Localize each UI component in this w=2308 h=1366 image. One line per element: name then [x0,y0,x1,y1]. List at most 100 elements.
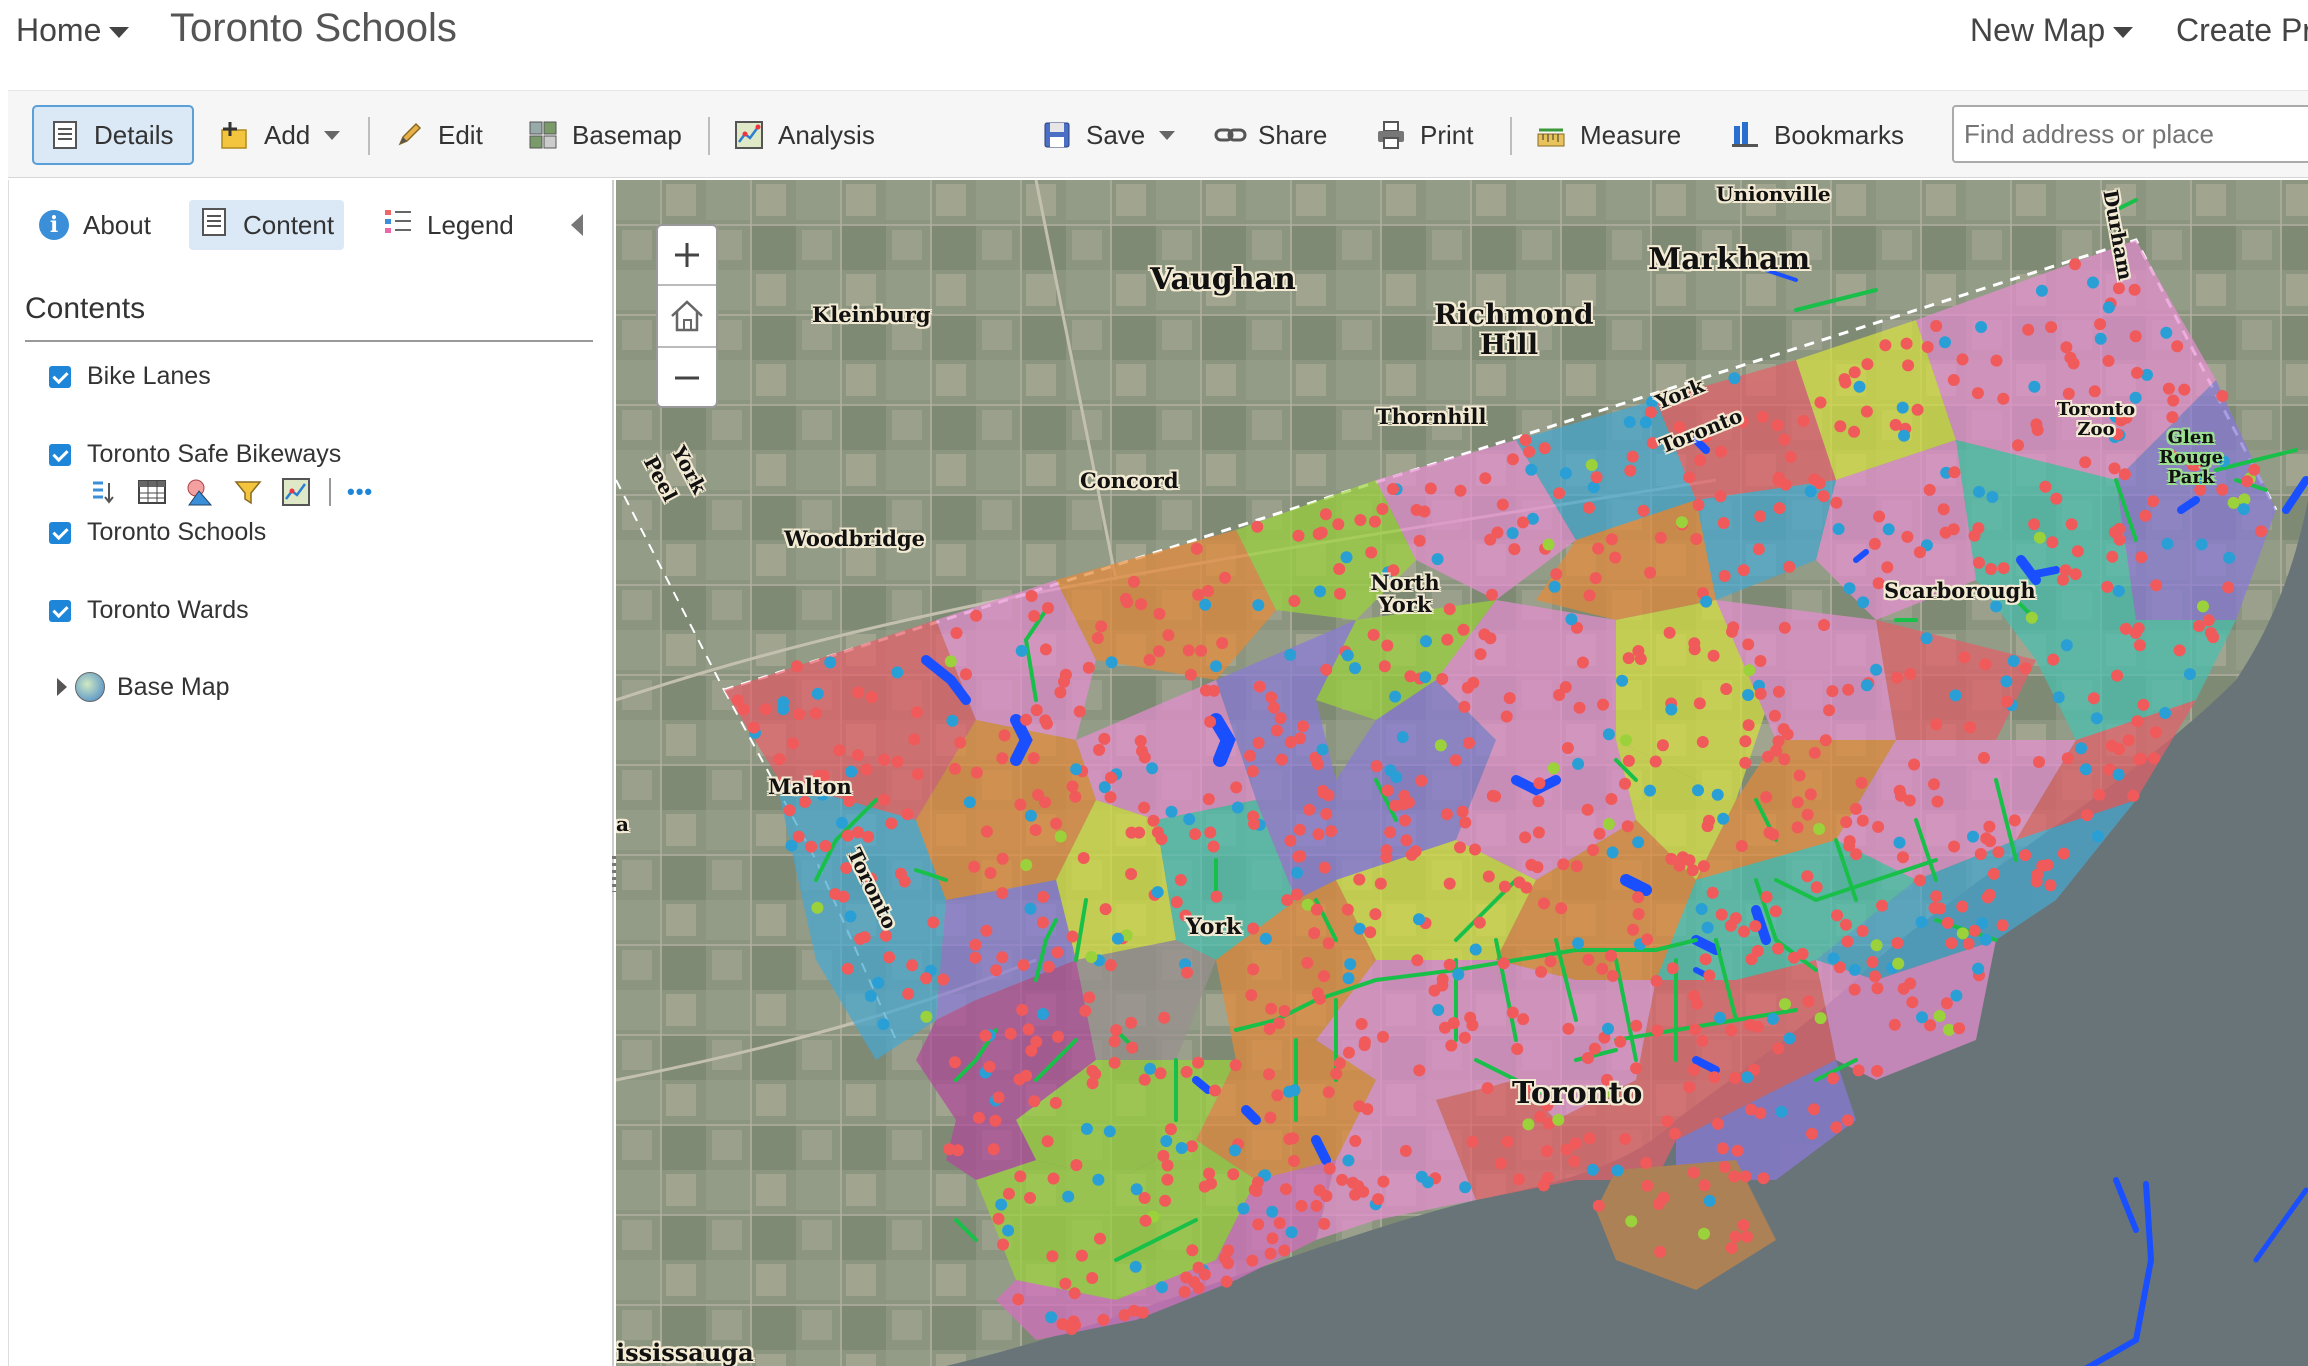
school-marker[interactable] [872,976,885,989]
school-marker[interactable] [2090,712,2103,725]
school-marker[interactable] [1322,937,1335,950]
school-marker[interactable] [1484,632,1497,645]
school-marker[interactable] [2108,526,2121,539]
school-marker[interactable] [1772,474,1785,487]
school-marker[interactable] [1841,1114,1854,1127]
layer-item-toronto-schools[interactable]: Toronto Schools [49,518,266,547]
school-marker[interactable] [1349,662,1361,675]
school-marker[interactable] [1947,523,1960,536]
school-marker[interactable] [1632,645,1645,657]
school-marker[interactable] [1801,808,1814,821]
school-marker[interactable] [1654,1245,1667,1258]
school-marker[interactable] [1105,656,1118,669]
school-marker[interactable] [1729,1072,1742,1084]
school-marker[interactable] [2162,382,2175,395]
school-marker[interactable] [1399,814,1411,827]
school-marker[interactable] [1850,802,1862,815]
school-marker[interactable] [1550,568,1563,581]
school-marker[interactable] [2106,550,2119,563]
zoom-in-button[interactable] [658,226,716,286]
school-marker[interactable] [1641,1179,1654,1192]
school-marker[interactable] [2012,439,2024,452]
school-marker[interactable] [1716,1142,1729,1155]
school-marker[interactable] [1012,1293,1025,1306]
school-marker[interactable] [1454,841,1466,854]
school-marker[interactable] [1266,1232,1279,1245]
school-marker[interactable] [996,951,1009,964]
school-marker[interactable] [759,703,772,716]
school-marker[interactable] [786,737,799,750]
school-marker[interactable] [1517,1013,1530,1026]
school-marker[interactable] [1290,888,1303,901]
school-marker[interactable] [1586,1163,1599,1176]
school-marker[interactable] [1265,1002,1278,1015]
school-marker[interactable] [1772,735,1785,748]
school-marker[interactable] [1498,880,1511,893]
school-marker[interactable] [1948,840,1961,853]
school-marker[interactable] [1668,1127,1681,1140]
school-marker[interactable] [1411,954,1424,967]
school-marker[interactable] [1372,1193,1385,1206]
perform-analysis-icon[interactable] [281,477,311,507]
school-marker[interactable] [1731,1144,1744,1157]
school-marker[interactable] [1459,816,1472,829]
school-marker[interactable] [1703,814,1715,827]
school-marker[interactable] [1956,353,1969,366]
school-marker[interactable] [1127,575,1140,588]
school-marker[interactable] [1330,1067,1343,1080]
school-marker[interactable] [1742,638,1755,651]
school-marker[interactable] [1879,339,1892,352]
school-marker[interactable] [805,840,818,853]
school-marker[interactable] [1666,962,1679,975]
school-marker[interactable] [1756,410,1769,423]
school-marker[interactable] [1380,851,1393,864]
school-marker[interactable] [1252,599,1265,612]
school-marker[interactable] [2193,620,2205,632]
school-marker[interactable] [1791,821,1804,834]
school-marker[interactable] [1708,1071,1721,1084]
school-marker[interactable] [1432,1004,1445,1016]
school-marker[interactable] [1840,918,1852,931]
school-marker[interactable] [1762,750,1774,763]
school-marker[interactable] [1152,645,1165,658]
school-marker[interactable] [1939,336,1951,349]
school-marker[interactable] [1930,320,1943,332]
school-marker[interactable] [1467,676,1480,689]
school-marker[interactable] [1002,1224,1015,1237]
school-marker[interactable] [1540,1145,1553,1158]
school-marker[interactable] [1620,734,1632,747]
school-marker[interactable] [1916,1011,1928,1024]
school-marker[interactable] [1695,903,1708,915]
school-marker[interactable] [1353,922,1366,935]
school-marker[interactable] [2057,573,2069,586]
school-marker[interactable] [1494,1157,1507,1170]
school-marker[interactable] [1813,477,1826,490]
school-marker[interactable] [1973,485,1985,498]
school-marker[interactable] [1843,582,1856,595]
school-marker[interactable] [2133,753,2146,766]
school-marker[interactable] [1861,358,1874,371]
school-marker[interactable] [1872,820,1885,833]
school-marker[interactable] [1623,416,1636,428]
school-marker[interactable] [1320,808,1333,820]
school-marker[interactable] [1047,1172,1060,1185]
school-marker[interactable] [1146,762,1159,775]
school-marker[interactable] [1588,1042,1601,1055]
school-marker[interactable] [1104,791,1117,804]
school-marker[interactable] [984,867,997,879]
school-marker[interactable] [1143,653,1156,666]
school-marker[interactable] [1496,498,1509,511]
school-marker[interactable] [1441,633,1454,646]
school-marker[interactable] [1421,1176,1434,1189]
school-marker[interactable] [2148,752,2161,765]
school-marker[interactable] [1489,790,1502,803]
school-marker[interactable] [1004,1027,1017,1040]
school-marker[interactable] [954,736,967,749]
school-marker[interactable] [1533,777,1546,790]
school-marker[interactable] [2241,475,2254,488]
school-marker[interactable] [1016,1003,1029,1016]
school-marker[interactable] [1852,1064,1865,1077]
school-marker[interactable] [1831,909,1844,922]
school-marker[interactable] [1095,620,1108,633]
school-marker[interactable] [1354,514,1367,526]
